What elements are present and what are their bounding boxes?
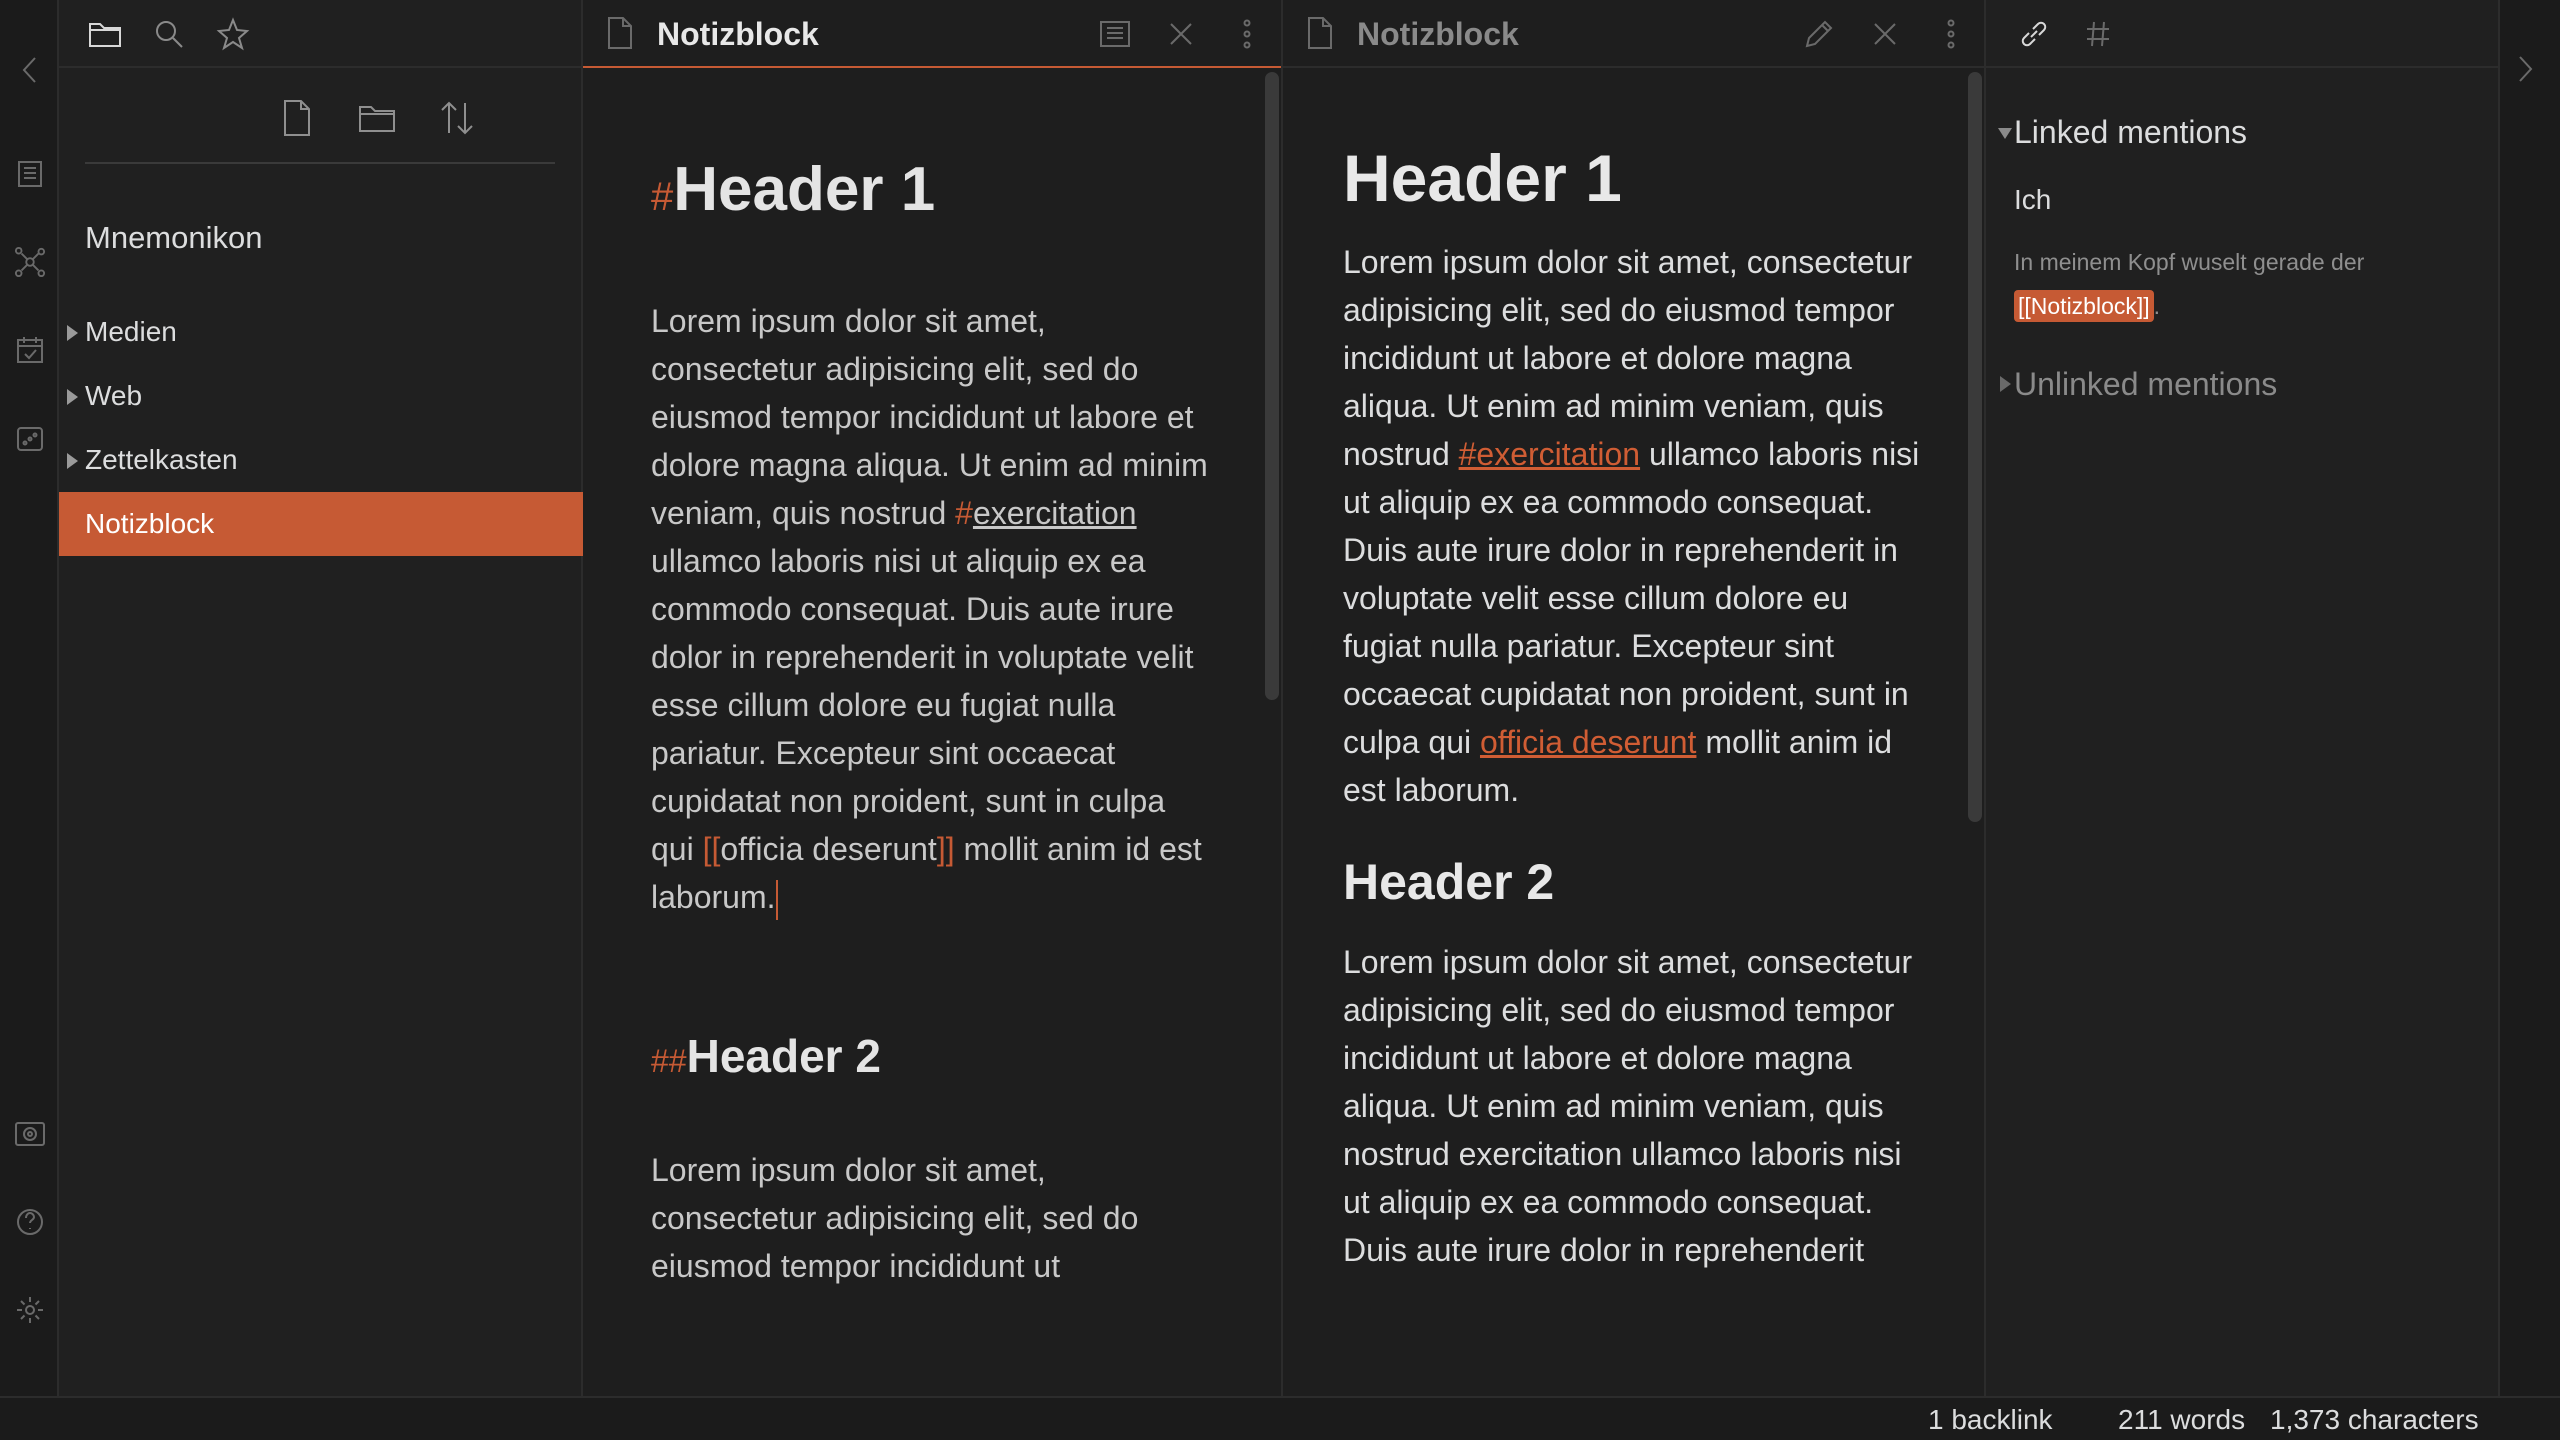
editor-pane-source: Notizblock #Header 1 Lorem ipsum dolor s… <box>583 0 1283 1396</box>
tree-item-label: Notizblock <box>85 508 215 539</box>
snippet-text: . <box>2153 293 2161 319</box>
file-icon <box>605 16 635 55</box>
tree-item-label: Medien <box>85 316 177 347</box>
paragraph-1: Lorem ipsum dolor sit amet, consectetur … <box>651 297 1211 921</box>
new-note-icon[interactable] <box>277 98 317 138</box>
pane-title[interactable]: Notizblock <box>1357 16 1519 53</box>
editor-pane-preview: Notizblock Header 1 Lorem ipsum dolor si… <box>1283 0 1986 1396</box>
graph-view-icon[interactable] <box>14 246 46 278</box>
tree-folder-zettelkasten[interactable]: Zettelkasten <box>59 428 583 492</box>
tree-folder-web[interactable]: Web <box>59 364 583 428</box>
section-title: Linked mentions <box>2014 114 2248 150</box>
heading-text: Header 1 <box>673 155 936 224</box>
snippet-text: In meinem Kopf wuselt gerade der <box>2014 249 2365 275</box>
paragraph-text: ullamco laboris nisi ut aliquip ex ea co… <box>1343 436 1920 760</box>
word-count: 211 words <box>2118 1404 2246 1435</box>
wikilink-text[interactable]: officia deserunt <box>720 831 936 867</box>
mention-highlight: [[Notizblock]] <box>2014 290 2154 322</box>
preview-mode-icon[interactable] <box>1097 16 1133 52</box>
star-icon[interactable] <box>215 16 251 52</box>
tag-link[interactable]: exercitation <box>973 495 1137 531</box>
pane-header: Notizblock <box>583 0 1281 68</box>
folder-tab-icon[interactable] <box>87 16 123 52</box>
tree-file-notizblock[interactable]: Notizblock <box>59 492 583 556</box>
collapse-triangle-icon[interactable] <box>67 453 78 469</box>
left-ribbon <box>0 0 59 1396</box>
expand-triangle-icon[interactable] <box>1998 128 2012 139</box>
source-editor-content[interactable]: #Header 1 Lorem ipsum dolor sit amet, co… <box>651 150 1211 1290</box>
paragraph-2: Lorem ipsum dolor sit amet, consectetur … <box>1343 944 1913 1268</box>
heading-text: Header 2 <box>686 1030 881 1082</box>
wikilink-close: ]] <box>936 831 955 867</box>
tree-item-label: Web <box>85 380 143 411</box>
open-quick-switcher-icon[interactable] <box>14 158 46 190</box>
heading-mark: # <box>651 175 674 219</box>
tags-hash-icon[interactable] <box>2080 16 2116 52</box>
heading-mark: ## <box>651 1043 687 1079</box>
pane-header: Notizblock <box>1283 0 1984 68</box>
paragraph-text: ullamco laboris nisi ut aliquip ex ea co… <box>651 543 1194 867</box>
explorer-toolbar <box>85 68 555 164</box>
preview-content: Header 1 Lorem ipsum dolor sit amet, con… <box>1343 130 1933 1274</box>
app-window: Mnemonikon Medien Web Zettelkasten Notiz… <box>0 0 2560 1440</box>
backlinks-panel: Linked mentions Ich In meinem Kopf wusel… <box>1986 0 2500 1396</box>
text-cursor <box>775 879 778 920</box>
heading-2: Header 2 <box>1343 854 1555 910</box>
tag-mark: # <box>955 495 973 531</box>
paragraph-1: Lorem ipsum dolor sit amet, consectetur … <box>1343 238 1933 814</box>
sidebar-tab-bar <box>59 0 581 68</box>
collapse-triangle-icon[interactable] <box>2000 376 2011 392</box>
heading-1: Header 1 <box>1343 141 1622 215</box>
help-icon[interactable] <box>14 1206 46 1238</box>
character-count: 1,373 characters <box>2270 1404 2479 1435</box>
sort-icon[interactable] <box>437 98 477 138</box>
more-options-icon[interactable] <box>1933 16 1969 52</box>
heading-2: ##Header 2 <box>651 1021 1211 1096</box>
chevron-right-icon[interactable] <box>2514 54 2536 89</box>
tag-link[interactable]: #exercitation <box>1459 436 1640 472</box>
file-explorer-panel: Mnemonikon Medien Web Zettelkasten Notiz… <box>59 0 583 1396</box>
scrollbar[interactable] <box>1968 72 1982 822</box>
scrollbar[interactable] <box>1265 72 1279 700</box>
collapse-triangle-icon[interactable] <box>67 325 78 341</box>
mention-file-name[interactable]: Ich <box>2014 184 2051 216</box>
close-icon[interactable] <box>1163 16 1199 52</box>
chevron-left-icon[interactable] <box>14 54 46 86</box>
paragraph-2: Lorem ipsum dolor sit amet, consectetur … <box>651 1152 1139 1284</box>
wikilink-open: [[ <box>702 831 721 867</box>
file-icon <box>1305 16 1335 55</box>
more-options-icon[interactable] <box>1229 16 1265 52</box>
pane-title[interactable]: Notizblock <box>657 16 819 53</box>
daily-note-icon[interactable] <box>14 334 46 366</box>
random-note-icon[interactable] <box>14 422 46 454</box>
backlinks-link-icon[interactable] <box>2016 16 2052 52</box>
internal-link[interactable]: officia deserunt <box>1480 724 1696 760</box>
mention-snippet[interactable]: In meinem Kopf wuselt gerade der [[Notiz… <box>2014 240 2474 328</box>
vault-name[interactable]: Mnemonikon <box>85 220 262 256</box>
file-tree: Medien Web Zettelkasten Notizblock <box>59 300 583 556</box>
backlink-count[interactable]: 1 backlink <box>1928 1404 2053 1436</box>
status-bar: 1 backlink 211 words 1,373 characters <box>0 1396 2560 1440</box>
collapse-triangle-icon[interactable] <box>67 389 78 405</box>
vault-icon[interactable] <box>14 1118 46 1150</box>
tree-item-label: Zettelkasten <box>85 444 238 475</box>
section-title: Unlinked mentions <box>2014 366 2278 402</box>
linked-mentions-header[interactable]: Linked mentions <box>1998 114 2248 151</box>
new-folder-icon[interactable] <box>357 98 397 138</box>
heading-1: #Header 1 <box>651 150 1211 237</box>
close-icon[interactable] <box>1867 16 1903 52</box>
right-ribbon <box>2500 0 2560 1396</box>
unlinked-mentions-header[interactable]: Unlinked mentions <box>2000 366 2278 403</box>
search-icon[interactable] <box>151 16 187 52</box>
settings-gear-icon[interactable] <box>14 1294 46 1326</box>
tree-folder-medien[interactable]: Medien <box>59 300 583 364</box>
right-sidebar-tab-bar <box>1986 0 2498 68</box>
edit-pencil-icon[interactable] <box>1801 16 1837 52</box>
